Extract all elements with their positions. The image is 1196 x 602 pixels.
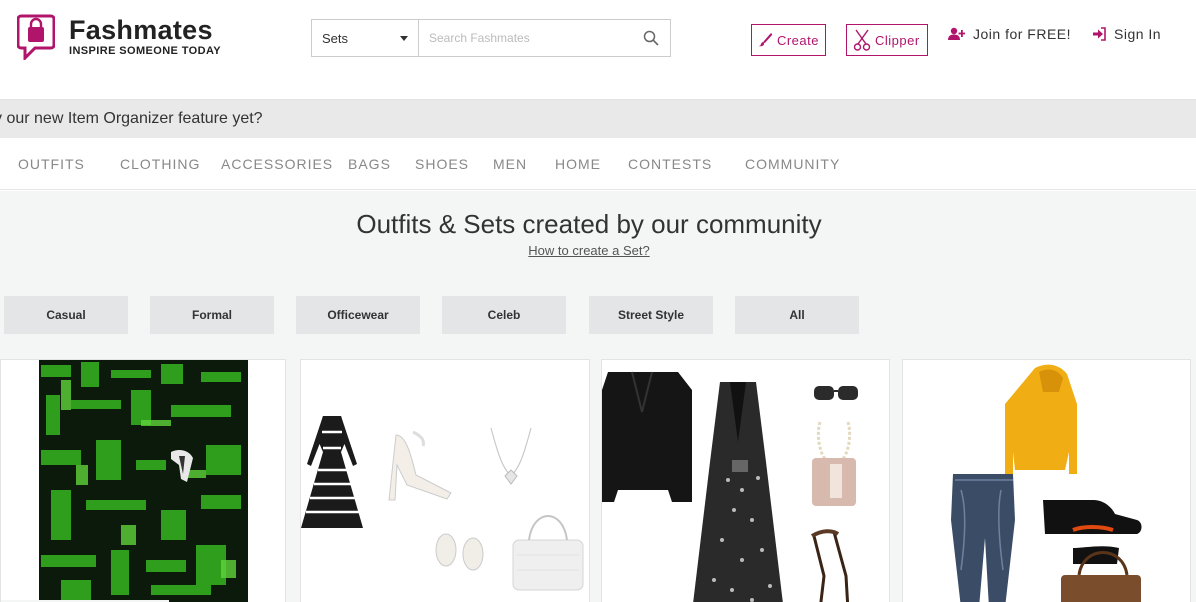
- shopping-bag-logo-icon: [16, 12, 56, 62]
- filter-all[interactable]: All: [735, 296, 859, 334]
- page-title: Outfits & Sets created by our community: [356, 209, 822, 239]
- site-header: Fashmates INSPIRE SOMEONE TODAY Sets Sea…: [0, 0, 1196, 100]
- search-type-select[interactable]: Sets: [312, 20, 419, 56]
- nav-accessories[interactable]: ACCESSORIES: [221, 156, 333, 172]
- filter-casual[interactable]: Casual: [4, 296, 128, 334]
- search-input[interactable]: [419, 20, 632, 56]
- category-nav: OUTFITS CLOTHING ACCESSORIES BAGS SHOES …: [0, 138, 1196, 190]
- signin-label: Sign In: [1114, 26, 1162, 42]
- search-bar: Sets: [311, 19, 671, 57]
- filter-formal[interactable]: Formal: [150, 296, 274, 334]
- howto-wrapper: How to create a Set?: [0, 243, 1178, 258]
- filter-celeb[interactable]: Celeb: [442, 296, 566, 334]
- set-card[interactable]: [300, 359, 590, 602]
- page: Fashmates INSPIRE SOMEONE TODAY Sets Sea…: [0, 0, 1196, 602]
- nav-community[interactable]: COMMUNITY: [745, 156, 840, 172]
- set-image-green-abstract: [1, 360, 248, 602]
- paintbrush-icon: [758, 33, 773, 47]
- search-icon: [643, 30, 659, 46]
- clipper-label: Clipper: [875, 32, 920, 48]
- logo[interactable]: Fashmates INSPIRE SOMEONE TODAY: [16, 12, 222, 62]
- scissors-icon: [853, 29, 871, 51]
- brand-name: Fashmates: [69, 14, 213, 45]
- signin-link[interactable]: Sign In: [1092, 26, 1161, 42]
- set-card[interactable]: [902, 359, 1191, 602]
- nav-men[interactable]: MEN: [493, 156, 527, 172]
- nav-clothing[interactable]: CLOTHING: [120, 156, 200, 172]
- sets-section: Outfits & Sets created by our community …: [0, 191, 1196, 602]
- caret-down-icon: [400, 35, 408, 41]
- set-image-striped-dress: [301, 416, 584, 591]
- search-type-value: Sets: [322, 30, 349, 46]
- announcement-text: y our new Item Organizer feature yet?: [0, 110, 263, 127]
- create-button[interactable]: Create: [751, 24, 826, 56]
- filter-street-style[interactable]: Street Style: [589, 296, 713, 334]
- nav-bags[interactable]: BAGS: [348, 156, 391, 172]
- announcement-bar[interactable]: y our new Item Organizer feature yet?: [0, 100, 1196, 138]
- nav-home[interactable]: HOME: [555, 156, 601, 172]
- create-label: Create: [776, 32, 819, 48]
- set-image-black-dress: [602, 371, 858, 602]
- set-card[interactable]: [601, 359, 890, 602]
- join-label: Join for FREE!: [973, 26, 1072, 42]
- clipper-button[interactable]: Clipper: [846, 24, 928, 56]
- nav-shoes[interactable]: SHOES: [415, 156, 469, 172]
- nav-contests[interactable]: CONTESTS: [628, 156, 712, 172]
- search-button[interactable]: [632, 20, 670, 56]
- user-plus-icon: [948, 27, 965, 40]
- nav-outfits[interactable]: OUTFITS: [18, 156, 85, 172]
- set-card[interactable]: [0, 359, 286, 602]
- howto-link[interactable]: How to create a Set?: [528, 243, 649, 258]
- sign-in-icon: [1093, 27, 1106, 41]
- filter-officewear[interactable]: Officewear: [296, 296, 420, 334]
- set-image-yellow-hoodie: [951, 364, 1142, 602]
- join-link[interactable]: Join for FREE!: [948, 26, 1071, 42]
- brand-tagline: INSPIRE SOMEONE TODAY: [69, 44, 222, 57]
